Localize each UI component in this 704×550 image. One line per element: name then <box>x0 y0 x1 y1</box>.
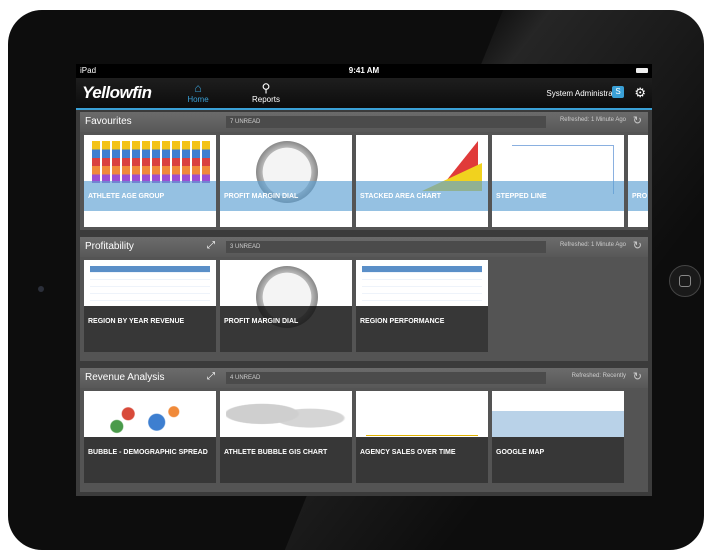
refresh-icon[interactable]: ↻ <box>633 239 642 252</box>
expand-icon[interactable]: ⤢ <box>207 240 215 251</box>
table-thumbnail <box>362 266 482 306</box>
section-header: Profitability ⤢ 3 UNREAD Refreshed: 1 Mi… <box>80 237 648 257</box>
section-revenue-analysis: Revenue Analysis ⤢ 4 UNREAD Refreshed: R… <box>80 368 648 492</box>
tile-row: BUBBLE - DEMOGRAPHIC SPREAD ATHLETE BUBB… <box>84 391 648 483</box>
status-bar: iPad 9:41 AM <box>76 64 652 78</box>
report-tile[interactable]: ATHLETE AGE GROUP <box>84 135 216 227</box>
tile-label: ATHLETE BUBBLE GIS CHART <box>220 437 352 483</box>
app-logo: Yellowfin <box>82 83 152 102</box>
line-thumbnail <box>366 421 478 436</box>
tile-label: PROFIT MARGIN DIAL <box>220 181 352 211</box>
camera <box>38 286 44 292</box>
home-icon: ⌂ <box>194 81 202 95</box>
refreshed-status: Refreshed: 1 Minute Ago <box>559 117 626 123</box>
bubble-thumbnail <box>94 397 208 439</box>
unread-count: 7 UNREAD <box>226 116 546 128</box>
refresh-icon[interactable]: ↻ <box>633 114 642 127</box>
app-screen: iPad 9:41 AM Yellowfin ⌂ Home ⚲ Reports … <box>76 64 652 496</box>
section-title: Profitability <box>85 241 134 252</box>
report-tile[interactable]: PROFIT MARGIN DIAL <box>220 260 352 352</box>
section-title: Favourites <box>85 116 132 127</box>
user-name[interactable]: System Administrator <box>546 89 622 98</box>
battery-icon <box>636 68 648 73</box>
tile-row: REGION BY YEAR REVENUE PROFIT MARGIN DIA… <box>84 260 648 352</box>
section-profitability: Profitability ⤢ 3 UNREAD Refreshed: 1 Mi… <box>80 237 648 361</box>
stacked-bar-thumbnail <box>92 141 210 183</box>
section-header: Favourites 7 UNREAD Refreshed: 1 Minute … <box>80 112 648 132</box>
report-tile[interactable]: BUBBLE - DEMOGRAPHIC SPREAD <box>84 391 216 483</box>
tile-label: REGION PERFORMANCE <box>356 306 488 352</box>
nav-reports-label: Reports <box>251 95 280 104</box>
clock: 9:41 AM <box>348 66 380 75</box>
report-tile[interactable]: GOOGLE MAP <box>492 391 624 483</box>
settings-gear-icon[interactable]: ⚙ <box>634 85 646 101</box>
refresh-icon[interactable]: ↻ <box>633 370 642 383</box>
nav-home-label: Home <box>187 95 209 104</box>
world-map-thumbnail <box>226 395 346 437</box>
tile-row: ATHLETE AGE GROUP PROFIT MARGIN DIAL STA… <box>84 135 648 227</box>
tile-label: ATHLETE AGE GROUP <box>84 181 216 211</box>
top-navbar: Yellowfin ⌂ Home ⚲ Reports System Admini… <box>76 78 652 110</box>
section-title: Revenue Analysis <box>85 372 165 383</box>
tile-label: STACKED AREA CHART <box>356 181 488 211</box>
refreshed-status: Refreshed: 1 Minute Ago <box>559 242 626 248</box>
report-tile[interactable]: STEPPED LINE <box>492 135 624 227</box>
expand-icon[interactable]: ⤢ <box>207 371 215 382</box>
tile-label: BUBBLE - DEMOGRAPHIC SPREAD <box>84 437 216 483</box>
report-tile-partial[interactable]: PRO <box>628 135 648 227</box>
tile-label: GOOGLE MAP <box>492 437 624 483</box>
tile-label: AGENCY SALES OVER TIME <box>356 437 488 483</box>
tile-label: REGION BY YEAR REVENUE <box>84 306 216 352</box>
tile-label: STEPPED LINE <box>492 181 624 211</box>
search-icon: ⚲ <box>261 81 271 95</box>
tile-label: PROFIT MARGIN DIAL <box>220 306 352 352</box>
report-tile[interactable]: PROFIT MARGIN DIAL <box>220 135 352 227</box>
report-tile[interactable]: ATHLETE BUBBLE GIS CHART <box>220 391 352 483</box>
unread-count: 3 UNREAD <box>226 241 546 253</box>
user-badge[interactable]: S <box>612 86 624 98</box>
tile-label: PRO <box>628 181 648 211</box>
unread-count: 4 UNREAD <box>226 372 546 384</box>
report-tile[interactable]: AGENCY SALES OVER TIME <box>356 391 488 483</box>
table-thumbnail <box>90 266 210 306</box>
nav-home[interactable]: ⌂ Home <box>168 81 228 104</box>
report-tile[interactable]: STACKED AREA CHART <box>356 135 488 227</box>
refreshed-status: Refreshed: Recently <box>571 373 626 379</box>
nav-reports[interactable]: ⚲ Reports <box>236 81 296 104</box>
section-favourites: Favourites 7 UNREAD Refreshed: 1 Minute … <box>80 112 648 230</box>
report-tile[interactable]: REGION BY YEAR REVENUE <box>84 260 216 352</box>
map-thumbnail <box>492 411 624 437</box>
section-header: Revenue Analysis ⤢ 4 UNREAD Refreshed: R… <box>80 368 648 388</box>
report-tile[interactable]: REGION PERFORMANCE <box>356 260 488 352</box>
home-hardware-button[interactable] <box>669 265 701 297</box>
